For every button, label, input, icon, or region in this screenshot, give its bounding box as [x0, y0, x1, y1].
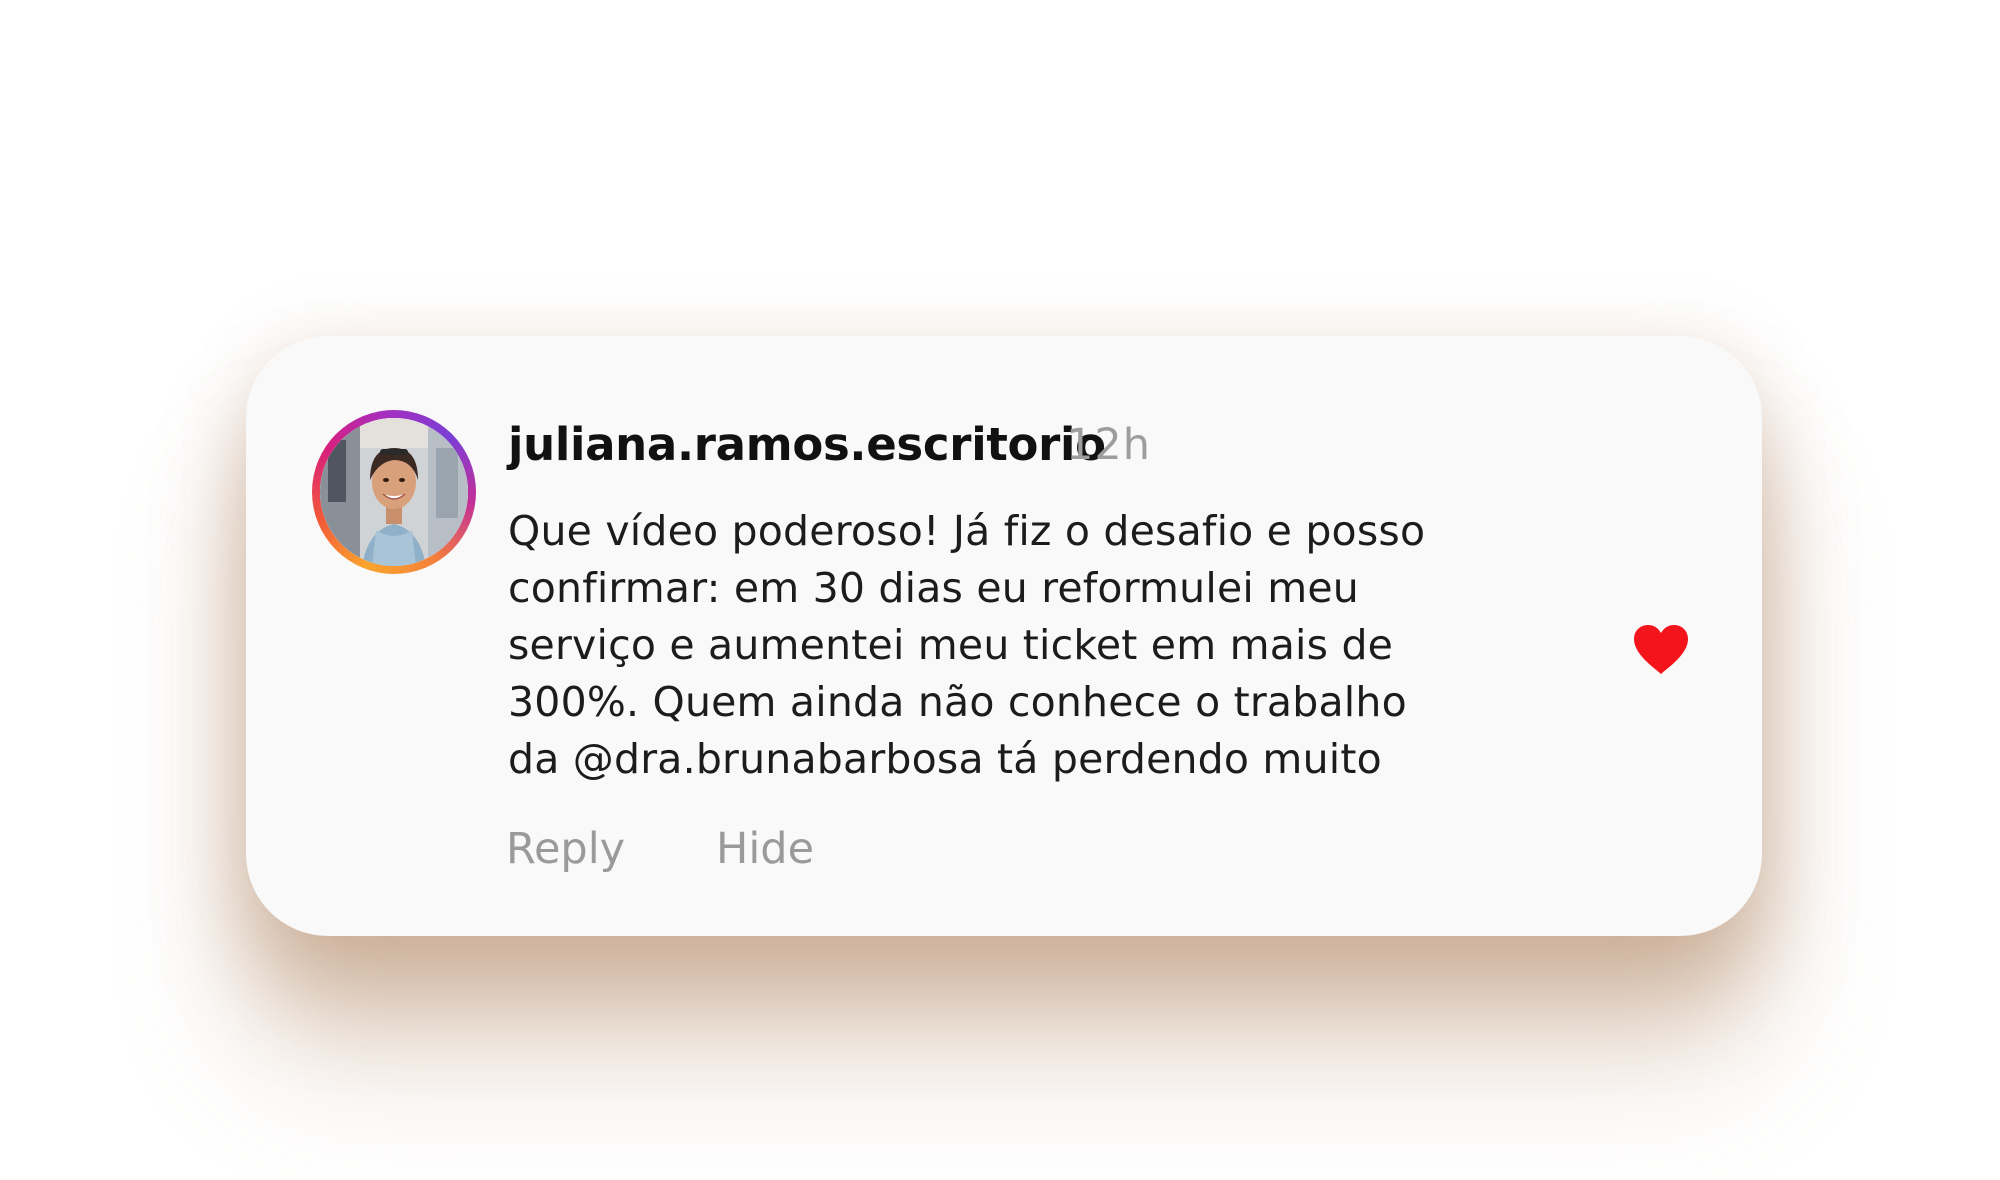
reply-button[interactable]: Reply	[506, 824, 625, 874]
comment-text: Que vídeo poderoso! Já fiz o desafio e p…	[508, 503, 1528, 788]
avatar[interactable]	[320, 418, 468, 566]
hide-button[interactable]: Hide	[716, 824, 814, 874]
page-background: juliana.ramos.escritorio 12h Que vídeo p…	[0, 0, 2000, 1180]
avatar-photo	[320, 418, 468, 566]
comment-text-line: serviço e aumentei meu ticket em mais de	[508, 621, 1394, 669]
comment-text-line: da @dra.brunabarbosa tá perdendo muito	[508, 735, 1382, 783]
comment-timestamp: 12h	[1066, 420, 1151, 470]
comment-text-line: Que vídeo poderoso! Já fiz o desafio e p…	[508, 507, 1426, 555]
heart-icon[interactable]	[1632, 624, 1690, 676]
username[interactable]: juliana.ramos.escritorio	[508, 418, 1106, 471]
comment-text-line: 300%. Quem ainda não conhece o trabalho	[508, 678, 1407, 726]
comment-text-line: confirmar: em 30 dias eu reformulei meu	[508, 564, 1359, 612]
